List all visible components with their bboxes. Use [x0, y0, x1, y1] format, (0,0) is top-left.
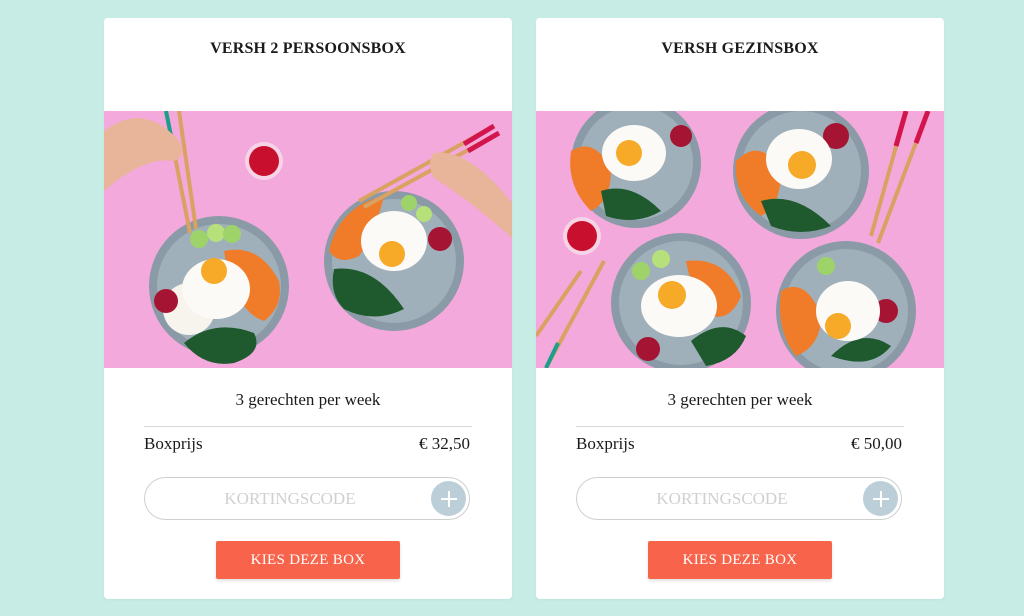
plus-icon: [872, 490, 889, 507]
coupon-add-button[interactable]: [863, 481, 898, 516]
coupon-input[interactable]: [165, 478, 415, 519]
product-card-gezinsbox: VERSH GEZINSBOX 3 gerechten per week Box…: [536, 18, 944, 599]
card-title: VERSH 2 PERSOONSBOX: [210, 40, 406, 57]
card-title: VERSH GEZINSBOX: [661, 40, 819, 57]
meals-per-week: 3 gerechten per week: [235, 390, 381, 409]
price-label: Boxprijs: [576, 434, 635, 453]
coupon-field: [576, 477, 902, 520]
product-image: [536, 111, 944, 368]
meals-per-week: 3 gerechten per week: [667, 390, 813, 409]
choose-box-button[interactable]: KIES DEZE BOX: [648, 541, 832, 579]
plus-icon: [440, 490, 457, 507]
coupon-add-button[interactable]: [431, 481, 466, 516]
product-card-2-persoonsbox: VERSH 2 PERSOONSBOX 3 gerechten per week…: [104, 18, 512, 599]
price-value: € 32,50: [419, 434, 470, 453]
price-label: Boxprijs: [144, 434, 203, 453]
price-row: Boxprijs € 50,00: [576, 434, 902, 454]
product-image: [104, 111, 512, 368]
price-value: € 50,00: [851, 434, 902, 453]
choose-box-button[interactable]: KIES DEZE BOX: [216, 541, 400, 579]
price-row: Boxprijs € 32,50: [144, 434, 470, 454]
divider: [144, 426, 472, 427]
divider: [576, 426, 904, 427]
coupon-field: [144, 477, 470, 520]
coupon-input[interactable]: [597, 478, 847, 519]
